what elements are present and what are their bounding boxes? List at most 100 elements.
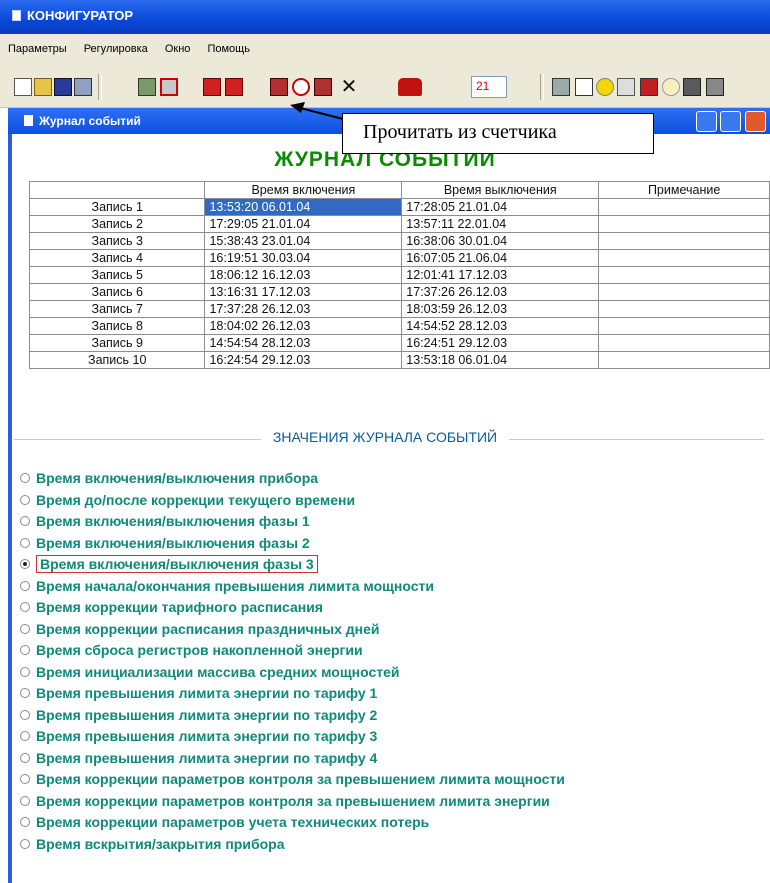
radio-button-icon[interactable] xyxy=(20,688,30,698)
radio-option-label[interactable]: Время включения/выключения фазы 3 xyxy=(36,555,318,573)
radio-option-label[interactable]: Время превышения лимита энергии по тариф… xyxy=(36,728,377,744)
radio-option[interactable]: Время сброса регистров накопленной энерг… xyxy=(20,642,565,664)
radio-button-icon[interactable] xyxy=(20,580,30,591)
radio-button-icon[interactable] xyxy=(20,645,30,655)
radio-option-label[interactable]: Время коррекции параметров контроля за п… xyxy=(36,771,565,787)
event-table: Время включения Время выключения Примеча… xyxy=(28,181,770,369)
radio-button-icon[interactable] xyxy=(20,666,30,677)
radio-option[interactable]: Время до/после коррекции текущего времен… xyxy=(20,492,565,514)
radio-option-label[interactable]: Время включения/выключения фазы 2 xyxy=(36,535,310,551)
table-row[interactable]: Запись 2 17:29:05 21.01.04 13:57:11 22.01.… xyxy=(28,215,770,233)
table-row[interactable]: Запись 3 15:38:43 23.01.04 16:38:06 30.01.… xyxy=(28,232,770,250)
table-row[interactable]: Запись 9 14:54:54 28.12.03 16:24:51 29.12.… xyxy=(28,334,770,352)
radio-button-icon[interactable] xyxy=(20,731,30,741)
on-time-cell[interactable]: 17:37:28 26.12.03 xyxy=(204,300,403,318)
radio-option-label[interactable]: Время начала/окончания превышения лимита… xyxy=(36,578,434,594)
radio-option[interactable]: Время коррекции параметров контроля за п… xyxy=(20,771,565,793)
radio-button-icon[interactable] xyxy=(20,559,30,569)
radio-option-label[interactable]: Время коррекции параметров учета техниче… xyxy=(36,814,429,830)
on-time-cell[interactable]: 14:54:54 28.12.03 xyxy=(204,334,403,352)
radio-option[interactable]: Время включения/выключения фазы 3 xyxy=(20,555,565,578)
note-cell[interactable] xyxy=(598,198,770,216)
row-label: Запись 5 xyxy=(28,266,206,284)
radio-button-icon[interactable] xyxy=(20,817,30,827)
table-row[interactable]: Запись 8 18:04:02 26.12.03 14:54:52 28.12.… xyxy=(28,317,770,335)
off-time-cell[interactable]: 16:24:51 29.12.03 xyxy=(401,334,600,352)
radio-option[interactable]: Время превышения лимита энергии по тариф… xyxy=(20,750,565,772)
off-time-cell[interactable]: 12:01:41 17.12.03 xyxy=(401,266,600,284)
radio-option[interactable]: Время коррекции расписания праздничных д… xyxy=(20,621,565,643)
note-cell[interactable] xyxy=(598,334,770,352)
radio-option[interactable]: Время включения/выключения фазы 1 xyxy=(20,513,565,535)
radio-option[interactable]: Время начала/окончания превышения лимита… xyxy=(20,578,565,600)
off-time-cell[interactable]: 16:07:05 21.06.04 xyxy=(401,249,600,267)
radio-option[interactable]: Время превышения лимита энергии по тариф… xyxy=(20,707,565,729)
table-row[interactable]: Запись 10 16:24:54 29.12.03 13:53:18 06.01… xyxy=(28,351,770,369)
on-time-cell[interactable]: 15:38:43 23.01.04 xyxy=(204,232,403,250)
radio-option[interactable]: Время вскрытия/закрытия прибора xyxy=(20,836,565,858)
radio-button-icon[interactable] xyxy=(20,494,30,505)
table-row[interactable]: Запись 4 16:19:51 30.03.04 16:07:05 21.06.… xyxy=(28,249,770,267)
off-time-cell[interactable]: 17:28:05 21.01.04 xyxy=(401,198,600,216)
note-cell[interactable] xyxy=(598,351,770,369)
off-time-cell[interactable]: 16:38:06 30.01.04 xyxy=(401,232,600,250)
table-row[interactable]: Запись 6 13:16:31 17.12.03 17:37:26 26.12.… xyxy=(28,283,770,301)
radio-option-label[interactable]: Время коррекции параметров контроля за п… xyxy=(36,793,550,809)
radio-button-icon[interactable] xyxy=(20,795,30,806)
note-cell[interactable] xyxy=(598,266,770,284)
radio-option-label[interactable]: Время коррекции расписания праздничных д… xyxy=(36,621,380,637)
radio-button-icon[interactable] xyxy=(20,752,30,763)
radio-button-icon[interactable] xyxy=(20,774,30,784)
off-time-cell[interactable]: 13:57:11 22.01.04 xyxy=(401,215,600,233)
radio-option-label[interactable]: Время включения/выключения прибора xyxy=(36,470,318,486)
radio-option[interactable]: Время коррекции параметров учета техниче… xyxy=(20,814,565,836)
note-cell[interactable] xyxy=(598,300,770,318)
note-cell[interactable] xyxy=(598,283,770,301)
radio-option-label[interactable]: Время превышения лимита энергии по тариф… xyxy=(36,707,377,723)
header-on-time: Время включения xyxy=(204,181,403,199)
table-row[interactable]: Запись 7 17:37:28 26.12.03 18:03:59 26.12.… xyxy=(28,300,770,318)
radio-option-label[interactable]: Время сброса регистров накопленной энерг… xyxy=(36,642,363,658)
radio-option[interactable]: Время инициализации массива средних мощн… xyxy=(20,664,565,686)
on-time-cell[interactable]: 17:29:05 21.01.04 xyxy=(204,215,403,233)
on-time-cell[interactable]: 16:24:54 29.12.03 xyxy=(204,351,403,369)
note-cell[interactable] xyxy=(598,249,770,267)
radio-option[interactable]: Время превышения лимита энергии по тариф… xyxy=(20,685,565,707)
table-row[interactable]: Запись 5 18:06:12 16.12.03 12:01:41 17.12.… xyxy=(28,266,770,284)
radio-option-label[interactable]: Время инициализации массива средних мощн… xyxy=(36,664,400,680)
radio-button-icon[interactable] xyxy=(20,602,30,612)
on-time-cell[interactable]: 18:04:02 26.12.03 xyxy=(204,317,403,335)
off-time-cell[interactable]: 13:53:18 06.01.04 xyxy=(401,351,600,369)
radio-button-icon[interactable] xyxy=(20,623,30,634)
radio-option-label[interactable]: Время вскрытия/закрытия прибора xyxy=(36,836,285,852)
radio-option[interactable]: Время включения/выключения фазы 2 xyxy=(20,535,565,557)
radio-button-icon[interactable] xyxy=(20,516,30,526)
row-label: Запись 1 xyxy=(28,198,206,216)
radio-option-label[interactable]: Время включения/выключения фазы 1 xyxy=(36,513,310,529)
on-time-cell[interactable]: 13:53:20 06.01.04 xyxy=(204,198,403,216)
note-cell[interactable] xyxy=(598,215,770,233)
row-label: Запись 3 xyxy=(28,232,206,250)
radio-option-label[interactable]: Время до/после коррекции текущего времен… xyxy=(36,492,355,508)
note-cell[interactable] xyxy=(598,317,770,335)
table-row[interactable]: Запись 1 13:53:20 06.01.04 17:28:05 21.01.… xyxy=(28,198,770,216)
radio-option[interactable]: Время коррекции параметров контроля за п… xyxy=(20,793,565,815)
table-header: Время включения Время выключения Примеча… xyxy=(28,181,770,199)
off-time-cell[interactable]: 14:54:52 28.12.03 xyxy=(401,317,600,335)
radio-option[interactable]: Время превышения лимита энергии по тариф… xyxy=(20,728,565,750)
radio-option[interactable]: Время включения/выключения прибора xyxy=(20,470,565,492)
radio-button-icon[interactable] xyxy=(20,537,30,548)
radio-option-label[interactable]: Время превышения лимита энергии по тариф… xyxy=(36,750,377,766)
on-time-cell[interactable]: 16:19:51 30.03.04 xyxy=(204,249,403,267)
radio-button-icon[interactable] xyxy=(20,473,30,483)
off-time-cell[interactable]: 17:37:26 26.12.03 xyxy=(401,283,600,301)
on-time-cell[interactable]: 13:16:31 17.12.03 xyxy=(204,283,403,301)
radio-button-icon[interactable] xyxy=(20,709,30,720)
radio-option-label[interactable]: Время превышения лимита энергии по тариф… xyxy=(36,685,377,701)
radio-option[interactable]: Время коррекции тарифного расписания xyxy=(20,599,565,621)
radio-button-icon[interactable] xyxy=(20,838,30,849)
note-cell[interactable] xyxy=(598,232,770,250)
radio-option-label[interactable]: Время коррекции тарифного расписания xyxy=(36,599,323,615)
on-time-cell[interactable]: 18:06:12 16.12.03 xyxy=(204,266,403,284)
off-time-cell[interactable]: 18:03:59 26.12.03 xyxy=(401,300,600,318)
